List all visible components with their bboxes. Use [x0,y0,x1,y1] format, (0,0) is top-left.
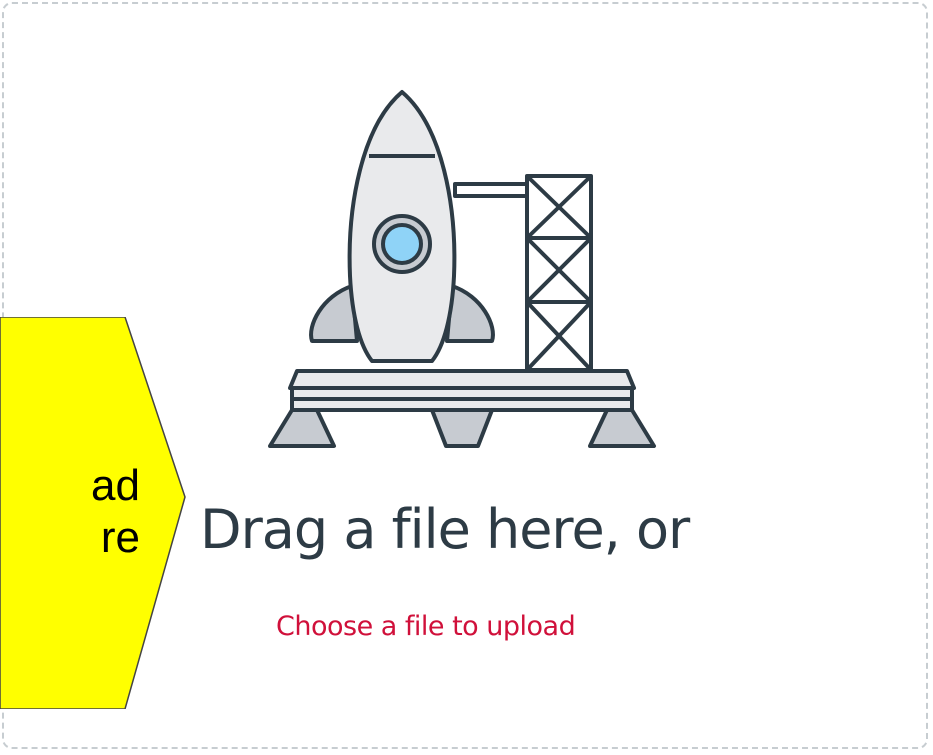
callout-text: ad re [0,460,140,564]
callout-line-2: re [100,513,140,562]
rocket-launchpad-icon [268,90,656,448]
drag-file-heading: Drag a file here, or [200,498,690,561]
callout-line-1: ad [91,461,140,510]
page: Drag a file here, or Choose a file to up… [0,0,933,755]
choose-file-link[interactable]: Choose a file to upload [276,611,576,642]
